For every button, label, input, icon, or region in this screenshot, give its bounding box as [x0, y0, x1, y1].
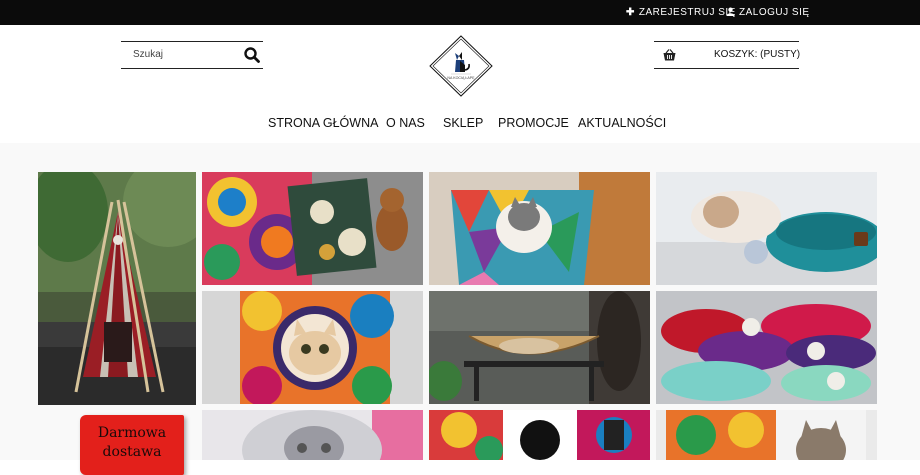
product-image-hammock[interactable] — [429, 291, 650, 404]
login-link[interactable]: Zaloguj się — [726, 0, 810, 25]
product-image-fluffy-cat[interactable] — [202, 410, 423, 460]
nav-item-about[interactable]: O NAS — [386, 116, 425, 130]
site-logo[interactable]: NA KOCIĄ ŁAPĘ — [429, 35, 493, 97]
product-image-cat-mandala[interactable] — [202, 291, 423, 404]
search-input[interactable] — [133, 46, 233, 62]
product-image-cat-cube[interactable] — [429, 172, 650, 285]
product-image-cat-frame[interactable] — [656, 410, 877, 460]
free-delivery-line1: Darmowa — [97, 425, 167, 441]
search-box — [121, 41, 263, 69]
main-nav: STRONA GŁÓWNA O NAS SKLEP PROMOCJE AKTUA… — [0, 112, 920, 136]
logo-text: NA KOCIĄ ŁAPĘ — [447, 76, 475, 80]
nav-item-home[interactable]: STRONA GŁÓWNA — [268, 116, 378, 130]
user-icon — [726, 0, 735, 25]
basket-icon — [663, 48, 676, 61]
nav-item-news[interactable]: AKTUALNOŚCI — [578, 116, 666, 130]
nav-item-promotions[interactable]: PROMOCJE — [498, 116, 569, 130]
nav-item-shop[interactable]: SKLEP — [443, 116, 483, 130]
product-image-crochet-beds[interactable] — [656, 291, 877, 404]
top-bar: ✚ Zarejestruj się Zaloguj się — [0, 0, 920, 25]
cart-label: KOSZYK: (PUSTY) — [714, 49, 801, 60]
cart-button[interactable]: KOSZYK: (PUSTY) — [654, 41, 801, 69]
product-image-teepee[interactable] — [38, 172, 196, 405]
login-label: Zaloguj się — [739, 7, 810, 18]
free-delivery-text: Darmowa dostawa — [80, 424, 184, 462]
register-link[interactable]: ✚ Zarejestruj się — [626, 0, 736, 25]
product-image-cat-panels[interactable] — [429, 410, 650, 460]
search-icon[interactable] — [243, 46, 261, 64]
free-delivery-line2: dostawa — [102, 444, 162, 460]
register-label: Zarejestruj się — [638, 7, 736, 18]
product-image-kitten-bed[interactable] — [656, 172, 877, 285]
product-image-pillows[interactable] — [202, 172, 423, 285]
free-delivery-badge[interactable]: Darmowa dostawa — [80, 415, 184, 475]
plus-icon: ✚ — [626, 7, 635, 18]
